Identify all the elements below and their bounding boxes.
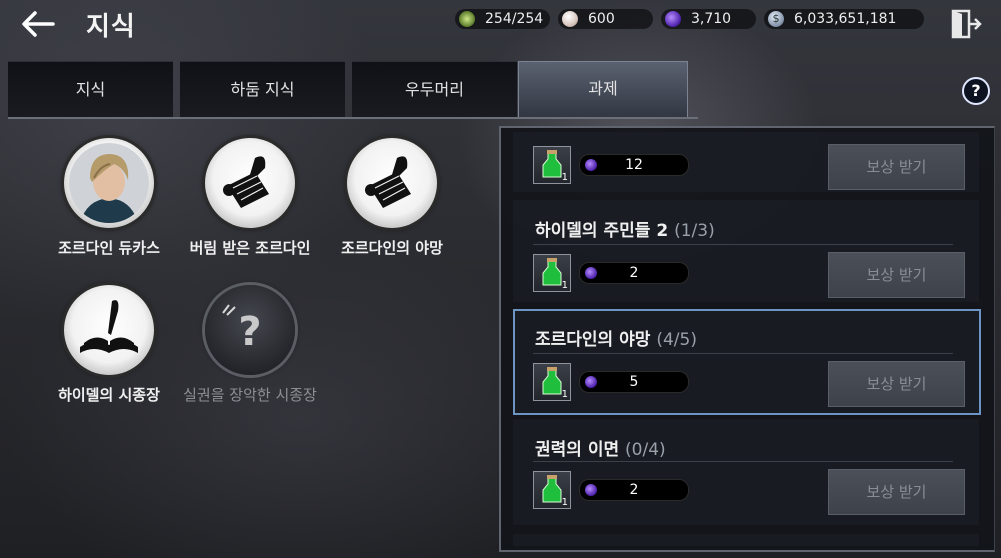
knowledge-label: 버림 받은 조르다인 <box>189 239 311 257</box>
reward-count: 12 <box>625 157 643 173</box>
exit-door-icon[interactable] <box>950 8 982 40</box>
knowledge-label: 실권을 장악한 시종장 <box>183 386 317 404</box>
question-icon: ? <box>205 285 295 375</box>
quest-separator <box>533 244 953 245</box>
reward-count-pill: 12 <box>579 154 689 176</box>
knowledge-item-jordine-ducas[interactable]: 조르다인 듀카스 <box>34 138 184 258</box>
quest-title-text: 권력의 이면 <box>535 440 620 460</box>
energy-value: 254/254 <box>485 11 544 27</box>
silver-resource: $ 6,033,651,181 <box>764 9 924 29</box>
knowledge-item-jordine-ambition[interactable]: 조르다인의 야망 <box>317 138 467 258</box>
portrait-icon <box>64 138 154 228</box>
knowledge-label: 조르다인 듀카스 <box>58 239 160 257</box>
energy-icon <box>459 11 475 27</box>
pearl-icon <box>562 11 578 27</box>
reward-count-pill: 2 <box>579 262 689 284</box>
claim-reward-button[interactable]: 보상 받기 <box>828 252 965 298</box>
pearl-value: 600 <box>588 11 615 27</box>
pearl-resource: 600 <box>558 9 653 29</box>
claim-reward-button[interactable]: 보상 받기 <box>828 469 965 515</box>
page-title: 지식 <box>86 12 136 42</box>
quest-row-bg <box>513 534 979 546</box>
purple-orb-icon <box>665 11 681 27</box>
reward-count: 5 <box>629 374 639 390</box>
svg-text:?: ? <box>238 309 261 355</box>
reward-count: 2 <box>629 265 639 281</box>
quest-title: 조르다인의 야망 (4/5) <box>535 325 697 350</box>
quest-title-text: 조르다인의 야망 <box>535 330 651 350</box>
potion-icon[interactable]: 1 <box>533 363 571 401</box>
knowledge-label: 조르다인의 야망 <box>341 239 443 257</box>
reward-count-pill: 5 <box>579 371 689 393</box>
knowledge-label: 하이델의 시종장 <box>58 386 160 404</box>
reward-quantity: 1 <box>561 280 568 291</box>
claim-reward-button[interactable]: 보상 받기 <box>828 144 965 190</box>
reward-quantity: 1 <box>561 172 568 183</box>
silver-coin-icon: $ <box>768 11 784 27</box>
energy-resource: 254/254 <box>455 9 550 29</box>
quest-progress: (1/3) <box>674 221 715 241</box>
purple-orb-value: 3,710 <box>691 11 732 27</box>
scroll-quill-icon <box>205 138 295 228</box>
quest-progress: (4/5) <box>656 330 697 350</box>
potion-icon[interactable]: 1 <box>533 254 571 292</box>
quest-separator <box>533 353 953 354</box>
knowledge-item-heidel-chamberlain[interactable]: 하이델의 시종장 <box>34 285 184 405</box>
reward-count-pill: 2 <box>579 479 689 501</box>
claim-reward-button[interactable]: 보상 받기 <box>828 361 965 407</box>
silver-value: 6,033,651,181 <box>794 11 897 27</box>
potion-icon[interactable]: 1 <box>533 471 571 509</box>
quest-panel: 1 12 보상 받기 하이델의 주민들 2 (1/3) 1 2 보상 받기 조르… <box>499 126 995 552</box>
quest-title: 권력의 이면 (0/4) <box>535 435 666 460</box>
reward-quantity: 1 <box>561 497 568 508</box>
tab-hadum-knowledge[interactable]: 하둠 지식 <box>180 61 345 117</box>
quest-separator <box>533 461 953 462</box>
book-quill-icon <box>64 285 154 375</box>
tab-tasks[interactable]: 과제 <box>518 61 688 118</box>
knowledge-item-locked[interactable]: ? 실권을 장악한 시종장 <box>175 285 325 405</box>
quest-progress: (0/4) <box>625 440 666 460</box>
quest-title-text: 하이델의 주민들 2 <box>535 221 669 241</box>
back-arrow-icon[interactable] <box>20 10 56 38</box>
purple-orb-resource: 3,710 <box>661 9 756 29</box>
reward-count: 2 <box>629 482 639 498</box>
tab-bar: 지식 하둠 지식 우두머리 과제 <box>8 61 696 118</box>
potion-icon[interactable]: 1 <box>533 146 571 184</box>
top-bar: 지식 254/254 600 3,710 $ 6,033,651,181 <box>0 0 1001 50</box>
reward-quantity: 1 <box>561 389 568 400</box>
tab-knowledge[interactable]: 지식 <box>8 61 173 117</box>
quest-title: 하이델의 주민들 2 (1/3) <box>535 216 715 241</box>
scroll-quill-icon <box>347 138 437 228</box>
knowledge-item-abandoned-jordine[interactable]: 버림 받은 조르다인 <box>175 138 325 258</box>
help-icon[interactable]: ? <box>962 77 990 105</box>
tab-divider <box>8 117 698 119</box>
tab-boss[interactable]: 우두머리 <box>352 61 517 117</box>
